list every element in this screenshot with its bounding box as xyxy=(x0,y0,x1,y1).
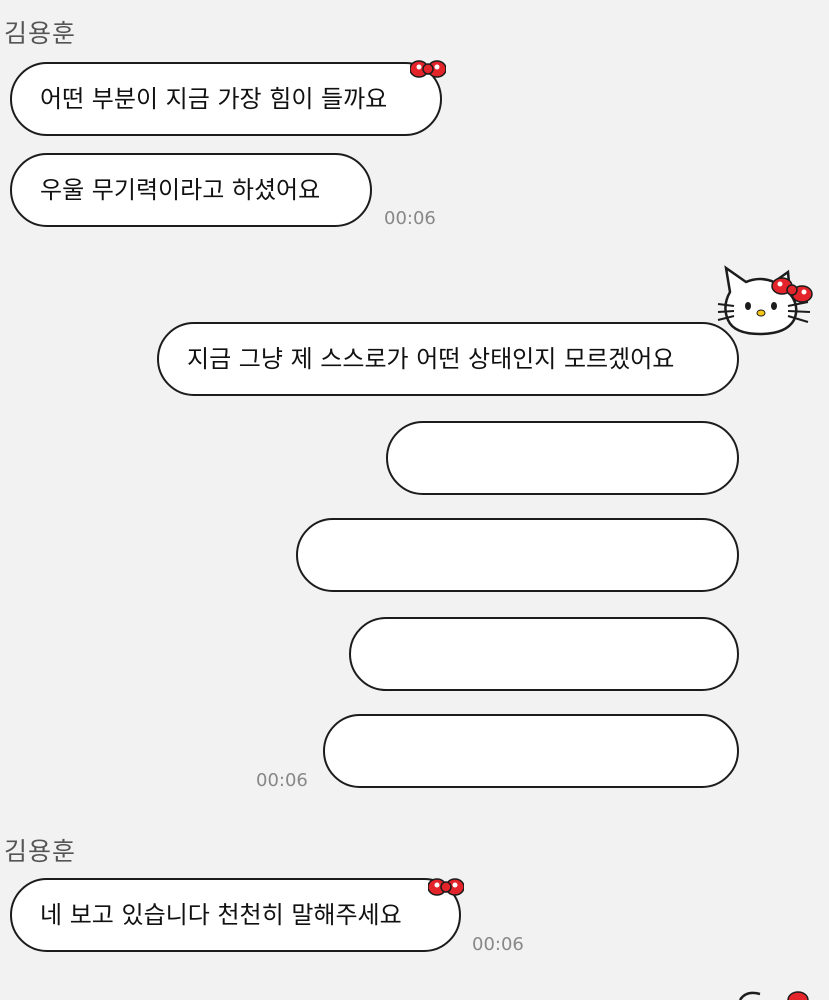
incoming-message-bubble[interactable]: 네 보고 있습니다 천천히 말해주세요 xyxy=(10,878,461,952)
hello-kitty-avatar-partial xyxy=(738,991,809,1000)
sender-name: 김용훈 xyxy=(4,837,77,866)
message-text: 우울 무기력이라고 하셨어요 xyxy=(40,176,321,204)
message-timestamp: 00:06 xyxy=(384,208,436,229)
bow-icon xyxy=(410,60,446,78)
outgoing-message-bubble-redacted[interactable] xyxy=(323,714,739,788)
message-timestamp: 00:06 xyxy=(256,770,308,791)
sender-name: 김용훈 xyxy=(4,19,77,48)
message-timestamp: 00:06 xyxy=(472,934,524,955)
incoming-message-bubble[interactable]: 어떤 부분이 지금 가장 힘이 들까요 xyxy=(10,62,442,136)
bow-icon xyxy=(428,878,464,896)
message-text: 네 보고 있습니다 천천히 말해주세요 xyxy=(40,901,402,929)
outgoing-message-bubble[interactable]: 지금 그냥 제 스스로가 어떤 상태인지 모르겠어요 xyxy=(157,322,739,396)
incoming-message-bubble[interactable]: 우울 무기력이라고 하셨어요 xyxy=(10,153,372,227)
outgoing-message-bubble-redacted[interactable] xyxy=(349,617,739,691)
outgoing-message-bubble-redacted[interactable] xyxy=(296,518,739,592)
outgoing-message-bubble-redacted[interactable] xyxy=(386,421,739,495)
message-text: 지금 그냥 제 스스로가 어떤 상태인지 모르겠어요 xyxy=(187,345,675,373)
hello-kitty-avatar xyxy=(717,265,813,336)
message-text: 어떤 부분이 지금 가장 힘이 들까요 xyxy=(40,85,388,113)
